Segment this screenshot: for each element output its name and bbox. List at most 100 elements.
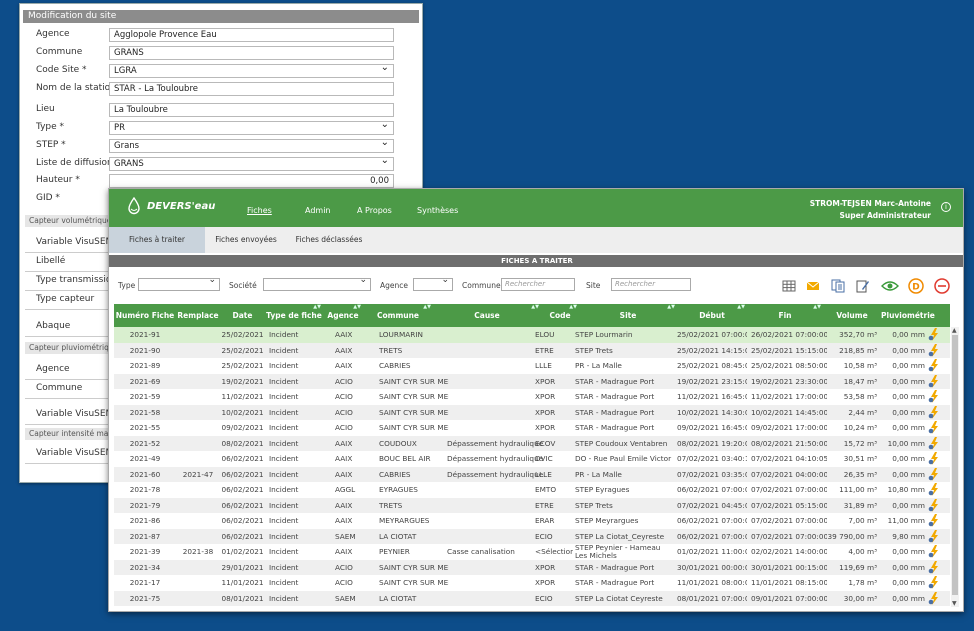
sort-icon[interactable]: ▲▼ (353, 296, 361, 319)
alert-bolt-icon[interactable] (928, 436, 940, 450)
col-numero-fiche-header[interactable]: Numéro Fiche (114, 304, 176, 327)
col-date-header[interactable]: Date (220, 304, 265, 327)
table-row[interactable]: 2021-78 06/02/2021 Incident AGGL EYRAGUES EMT… (114, 482, 950, 498)
site-search-input[interactable]: Rechercher (611, 278, 691, 291)
table-row[interactable]: 2021-89 25/02/2021 Incident AAIX CABRIES LLLE… (114, 358, 950, 374)
sort-icon[interactable]: ▲▼ (313, 296, 321, 319)
table-row[interactable]: 2021-79 06/02/2021 Incident AAIX TRETS ETRE ST… (114, 497, 950, 513)
form-section-item[interactable]: Variable VisuSEM (36, 448, 113, 458)
col-commune-header[interactable]: Commune ▲▼ (363, 304, 433, 327)
tab-fiches-envoyees[interactable]: Fiches envoyées (205, 227, 287, 253)
alert-bolt-icon[interactable] (928, 529, 940, 543)
minus-circle-icon[interactable] (934, 278, 950, 294)
alert-bolt-icon[interactable] (928, 359, 940, 372)
alert-bolt-icon[interactable] (928, 467, 940, 481)
nav-a-propos[interactable]: A Propos (357, 206, 392, 215)
form-input[interactable]: La Touloubre (109, 103, 394, 117)
table-row[interactable]: 2021-91 25/02/2021 Incident AAIX LOURMARIN EL… (114, 327, 950, 343)
tab-fiches-a-traiter[interactable]: Fiches à traiter (109, 227, 205, 253)
col-remplace-header[interactable]: Remplace (176, 304, 220, 327)
form-input[interactable]: Agglopole Provence Eau (109, 28, 394, 42)
scroll-down-icon[interactable]: ▼ (952, 600, 957, 607)
table-row[interactable]: 2021-60 2021-47 06/02/2021 Incident AAIX CABR… (114, 466, 950, 482)
form-input[interactable]: 0,00 (109, 174, 394, 188)
sort-icon[interactable]: ▲▼ (569, 296, 577, 319)
form-section-item[interactable]: Variable VisuSEM (36, 409, 113, 419)
alert-bolt-icon[interactable] (928, 452, 940, 465)
sort-icon[interactable]: ▲▼ (531, 296, 539, 319)
table-row[interactable]: 2021-39 2021-38 01/02/2021 Incident AAIX PEYN… (114, 544, 950, 560)
nav-admin[interactable]: Admin (305, 206, 331, 215)
alert-bolt-icon[interactable] (928, 390, 940, 403)
alert-bolt-icon[interactable] (928, 560, 940, 574)
form-input[interactable]: GRANS (109, 46, 394, 60)
form-section-item[interactable]: Agence (36, 364, 70, 374)
form-select[interactable]: PR (109, 119, 394, 135)
form-section-item[interactable]: Variable VisuSEM (36, 237, 113, 247)
scrollbar-thumb[interactable] (952, 335, 958, 595)
table-row[interactable]: 2021-69 19/02/2021 Incident ACIO SAINT CYR S… (114, 373, 950, 389)
mail-icon[interactable] (806, 279, 820, 293)
nav-fiches[interactable]: Fiches (247, 206, 272, 215)
col-code-site-header[interactable]: Code Site▲▼ (541, 304, 579, 343)
form-select[interactable]: LGRA (109, 62, 394, 78)
brand-logo[interactable]: DEVERS'eau (127, 197, 215, 215)
col-debut-header[interactable]: Début ▲▼ (677, 304, 747, 327)
form-section-item[interactable]: Type transmission (36, 275, 117, 285)
societe-filter-select[interactable] (263, 275, 371, 291)
info-icon[interactable]: i (941, 202, 951, 212)
grid-icon[interactable] (782, 279, 796, 293)
edit-icon[interactable] (856, 279, 870, 293)
table-row[interactable]: 2021-90 25/02/2021 Incident AAIX TRETS ETRE ST… (114, 342, 950, 358)
table-row[interactable]: 2021-17 11/01/2021 Incident ACIO SAINT CYR S… (114, 575, 950, 591)
alert-bolt-icon[interactable] (928, 421, 940, 434)
table-row[interactable]: 2021-58 10/02/2021 Incident ACIO SAINT CYR S… (114, 404, 950, 420)
table-row[interactable]: 2021-49 06/02/2021 Incident AAIX BOUC BEL AI… (114, 451, 950, 467)
user-info[interactable]: STROM-TEJSEN Marc-Antoine Super Administ… (810, 198, 931, 222)
col-fin-header[interactable]: Fin ▲▼ (747, 304, 823, 327)
sort-icon[interactable]: ▲▼ (737, 296, 745, 319)
tab-fiches-declassees[interactable]: Fiches déclassées (287, 227, 371, 253)
table-row[interactable]: 2021-55 09/02/2021 Incident ACIO SAINT CYR S… (114, 420, 950, 436)
nav-syntheses[interactable]: Synthèses (417, 206, 458, 215)
type-filter-select[interactable] (138, 275, 220, 291)
col-site-header[interactable]: Site ▲▼ (579, 304, 677, 327)
col-agence-header[interactable]: Agence ▲▼ (323, 304, 363, 327)
alert-bolt-icon[interactable] (928, 576, 940, 589)
form-select[interactable]: GRANS (109, 155, 394, 171)
form-section-item[interactable]: Type capteur (36, 294, 94, 304)
table-row[interactable]: 2021-52 08/02/2021 Incident AAIX COUDOUX Dépa… (114, 435, 950, 451)
alert-bolt-icon[interactable] (928, 343, 940, 357)
table-scrollbar[interactable]: ▲ ▼ (951, 327, 959, 607)
sort-icon[interactable]: ▲▼ (667, 296, 675, 319)
form-section-item[interactable]: Abaque (36, 321, 70, 331)
alert-bolt-icon[interactable] (928, 405, 940, 419)
sort-icon[interactable]: ▲▼ (423, 296, 431, 319)
col-volume-header[interactable]: Volume (823, 304, 881, 327)
table-row[interactable]: 2021-75 08/01/2021 Incident SAEM LA CIOTAT EC… (114, 590, 950, 606)
copy-icon[interactable] (831, 279, 845, 293)
alert-bolt-icon[interactable] (928, 328, 940, 341)
scroll-up-icon[interactable]: ▲ (952, 327, 957, 334)
form-section-item[interactable]: Commune (36, 383, 82, 393)
table-row[interactable]: 2021-87 06/02/2021 Incident SAEM LA CIOTAT EC… (114, 528, 950, 544)
agence-filter-select[interactable] (413, 275, 453, 291)
form-input[interactable]: STAR - La Touloubre (109, 82, 394, 96)
alert-bolt-icon[interactable] (928, 591, 940, 605)
form-select[interactable]: Grans (109, 137, 394, 153)
alert-bolt-icon[interactable] (928, 498, 940, 512)
alert-bolt-icon[interactable] (928, 374, 940, 388)
col-type-de-fiche-header[interactable]: Type de fiche ▲▼ (265, 304, 323, 327)
col-pluviometrie-header[interactable]: Pluviométrie (881, 304, 935, 327)
alert-bolt-icon[interactable] (928, 545, 940, 558)
table-row[interactable]: 2021-59 11/02/2021 Incident ACIO SAINT CYR S… (114, 389, 950, 405)
table-row[interactable]: 2021-86 06/02/2021 Incident AAIX MEYRARGUES E… (114, 513, 950, 529)
eye-icon[interactable] (881, 279, 899, 293)
sort-icon[interactable]: ▲▼ (813, 296, 821, 319)
alert-bolt-icon[interactable] (928, 483, 940, 496)
col-cause-header[interactable]: Cause ▲▼ (433, 304, 541, 327)
form-section-item[interactable]: Libellé (36, 256, 65, 266)
alert-bolt-icon[interactable] (928, 514, 940, 527)
commune-search-input[interactable]: Rechercher (501, 278, 575, 291)
table-row[interactable]: 2021-34 29/01/2021 Incident ACIO SAINT CYR S… (114, 559, 950, 575)
